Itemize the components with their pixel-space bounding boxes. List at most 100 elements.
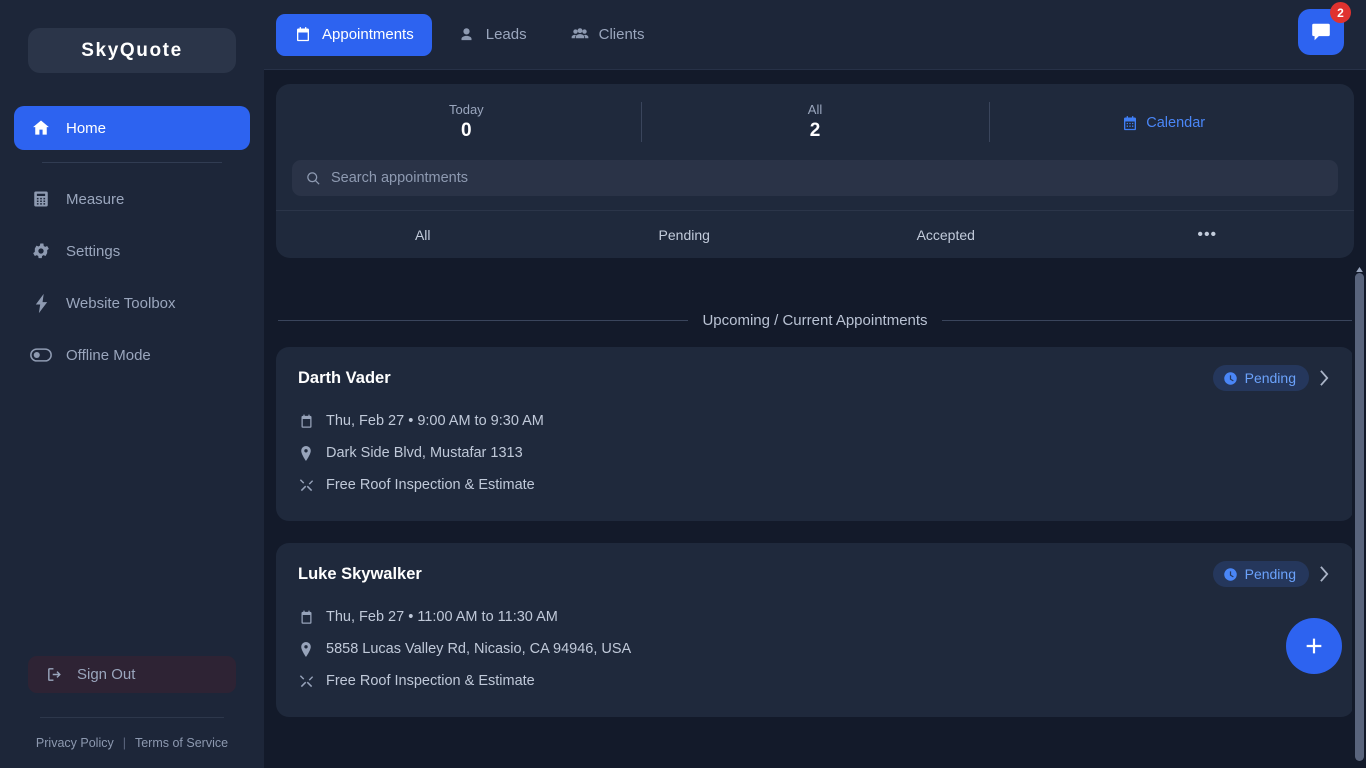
filter-pending[interactable]: Pending — [554, 227, 816, 243]
tab-label: Clients — [598, 26, 645, 43]
sidebar-item-label: Measure — [66, 190, 125, 208]
app-logo: SkyQuote — [28, 28, 236, 73]
stat-label: Today — [448, 102, 484, 117]
sidebar-item-label: Website Toolbox — [66, 294, 176, 312]
app-root: SkyQuote Home Measure Settings Website T… — [0, 0, 1366, 768]
tab-leads[interactable]: Leads — [440, 14, 545, 56]
terms-of-service-link[interactable]: Terms of Service — [135, 736, 228, 750]
appointment-client-name: Luke Skywalker — [298, 564, 422, 583]
appointment-card[interactable]: Luke Skywalker Pending Thu, Feb 27 • 11:… — [276, 543, 1354, 717]
sidebar-divider — [42, 162, 222, 163]
calendar-button[interactable]: Calendar — [989, 96, 1338, 150]
sidebar: SkyQuote Home Measure Settings Website T… — [0, 0, 264, 768]
main-area: Appointments Leads Clients 2 Today 0 All… — [264, 0, 1366, 768]
appointment-datetime-row: Thu, Feb 27 • 11:00 AM to 11:30 AM — [298, 601, 1332, 633]
sidebar-item-settings[interactable]: Settings — [14, 229, 250, 273]
appointment-address: 5858 Lucas Valley Rd, Nicasio, CA 94946,… — [326, 641, 632, 657]
stat-all[interactable]: All 2 — [640, 96, 990, 150]
stat-value: 2 — [809, 120, 821, 141]
appointment-datetime-row: Thu, Feb 27 • 9:00 AM to 9:30 AM — [298, 405, 1332, 437]
divider-line-left — [278, 320, 689, 321]
appointment-client-name: Darth Vader — [298, 368, 391, 387]
tools-icon — [298, 674, 314, 689]
footer-divider — [40, 717, 224, 718]
appointment-service-row: Free Roof Inspection & Estimate — [298, 469, 1332, 501]
legal-links: Privacy Policy | Terms of Service — [28, 736, 236, 750]
search-bar[interactable] — [292, 160, 1338, 196]
calendar-icon — [298, 610, 314, 625]
sidebar-item-website-toolbox[interactable]: Website Toolbox — [14, 281, 250, 325]
scrollbar-thumb[interactable] — [1355, 273, 1364, 761]
calculator-icon — [30, 188, 52, 210]
sidebar-item-offline-mode[interactable]: Offline Mode — [14, 333, 250, 377]
appointment-card-header: Luke Skywalker Pending — [298, 561, 1332, 587]
plus-icon — [1303, 635, 1325, 657]
tab-clients[interactable]: Clients — [553, 14, 663, 56]
chevron-right-icon[interactable] — [1317, 565, 1332, 583]
map-pin-icon — [298, 445, 314, 461]
calendar-label: Calendar — [1146, 115, 1206, 131]
clock-icon — [1223, 371, 1238, 386]
status-badge[interactable]: Pending — [1212, 561, 1309, 587]
add-appointment-button[interactable] — [1286, 618, 1342, 674]
search-icon — [306, 171, 321, 186]
appointment-card-actions: Pending — [1212, 561, 1332, 587]
appointment-service: Free Roof Inspection & Estimate — [326, 477, 535, 493]
status-badge-label: Pending — [1244, 566, 1296, 582]
calendar-icon — [298, 414, 314, 429]
stat-today[interactable]: Today 0 — [292, 96, 641, 150]
sidebar-footer: Sign Out Privacy Policy | Terms of Servi… — [0, 656, 264, 768]
filter-accepted[interactable]: Accepted — [815, 227, 1077, 243]
appointment-address-row: Dark Side Blvd, Mustafar 1313 — [298, 437, 1332, 469]
appointment-card[interactable]: Darth Vader Pending Thu, Feb 27 • 9:00 A… — [276, 347, 1354, 521]
people-icon — [571, 26, 589, 44]
divider-line-right — [941, 320, 1352, 321]
chat-button[interactable]: 2 — [1298, 2, 1351, 55]
appointments-panel: Today 0 All 2 Calendar Search appointmen… — [276, 84, 1354, 258]
appointment-datetime: Thu, Feb 27 • 11:00 AM to 11:30 AM — [326, 609, 558, 625]
chevron-right-icon[interactable] — [1317, 369, 1332, 387]
chat-bubble-icon — [1310, 21, 1332, 43]
appointment-card-header: Darth Vader Pending — [298, 365, 1332, 391]
tab-appointments[interactable]: Appointments — [276, 13, 432, 56]
appointment-service-row: Free Roof Inspection & Estimate — [298, 665, 1332, 697]
vertical-scrollbar[interactable] — [1352, 265, 1366, 768]
content-scroll-area: Today 0 All 2 Calendar Search appointmen… — [264, 70, 1366, 768]
home-icon — [30, 117, 52, 139]
sidebar-item-label: Home — [66, 119, 107, 137]
sidebar-item-measure[interactable]: Measure — [14, 177, 250, 221]
status-badge[interactable]: Pending — [1212, 365, 1309, 391]
person-icon — [458, 26, 476, 44]
status-filter-tabs: All Pending Accepted ••• — [276, 210, 1354, 258]
search-input[interactable] — [331, 170, 1324, 186]
clock-icon — [1223, 567, 1238, 582]
tools-icon — [298, 478, 314, 493]
privacy-policy-link[interactable]: Privacy Policy — [36, 736, 114, 750]
sidebar-nav: Home Measure Settings Website Toolbox Of… — [0, 106, 264, 377]
section-divider: Upcoming / Current Appointments — [278, 312, 1352, 329]
primary-tabs: Appointments Leads Clients — [276, 13, 663, 56]
appointments-list: Darth Vader Pending Thu, Feb 27 • 9:00 A… — [276, 347, 1354, 717]
stat-value: 0 — [461, 120, 472, 141]
section-title: Upcoming / Current Appointments — [702, 312, 928, 329]
filter-all[interactable]: All — [292, 227, 554, 243]
appointment-card-actions: Pending — [1212, 365, 1332, 391]
sign-out-button[interactable]: Sign Out — [28, 656, 236, 693]
tab-label: Leads — [485, 26, 527, 43]
bolt-icon — [30, 292, 52, 314]
scroll-up-arrow-icon[interactable] — [1355, 265, 1364, 273]
sidebar-item-home[interactable]: Home — [14, 106, 250, 150]
stats-row: Today 0 All 2 Calendar — [276, 84, 1354, 156]
gear-icon — [30, 240, 52, 262]
appointment-address: Dark Side Blvd, Mustafar 1313 — [326, 445, 523, 461]
sign-out-label: Sign Out — [77, 666, 136, 683]
legal-links-separator: | — [122, 736, 126, 750]
top-bar: Appointments Leads Clients 2 — [264, 0, 1366, 70]
logout-icon — [46, 666, 63, 683]
appointment-datetime: Thu, Feb 27 • 9:00 AM to 9:30 AM — [326, 413, 544, 429]
filter-more-icon[interactable]: ••• — [1077, 226, 1339, 244]
status-badge-label: Pending — [1244, 370, 1296, 386]
toggle-off-icon — [30, 344, 52, 366]
chat-unread-badge: 2 — [1330, 2, 1351, 23]
calendar-icon — [294, 26, 312, 44]
